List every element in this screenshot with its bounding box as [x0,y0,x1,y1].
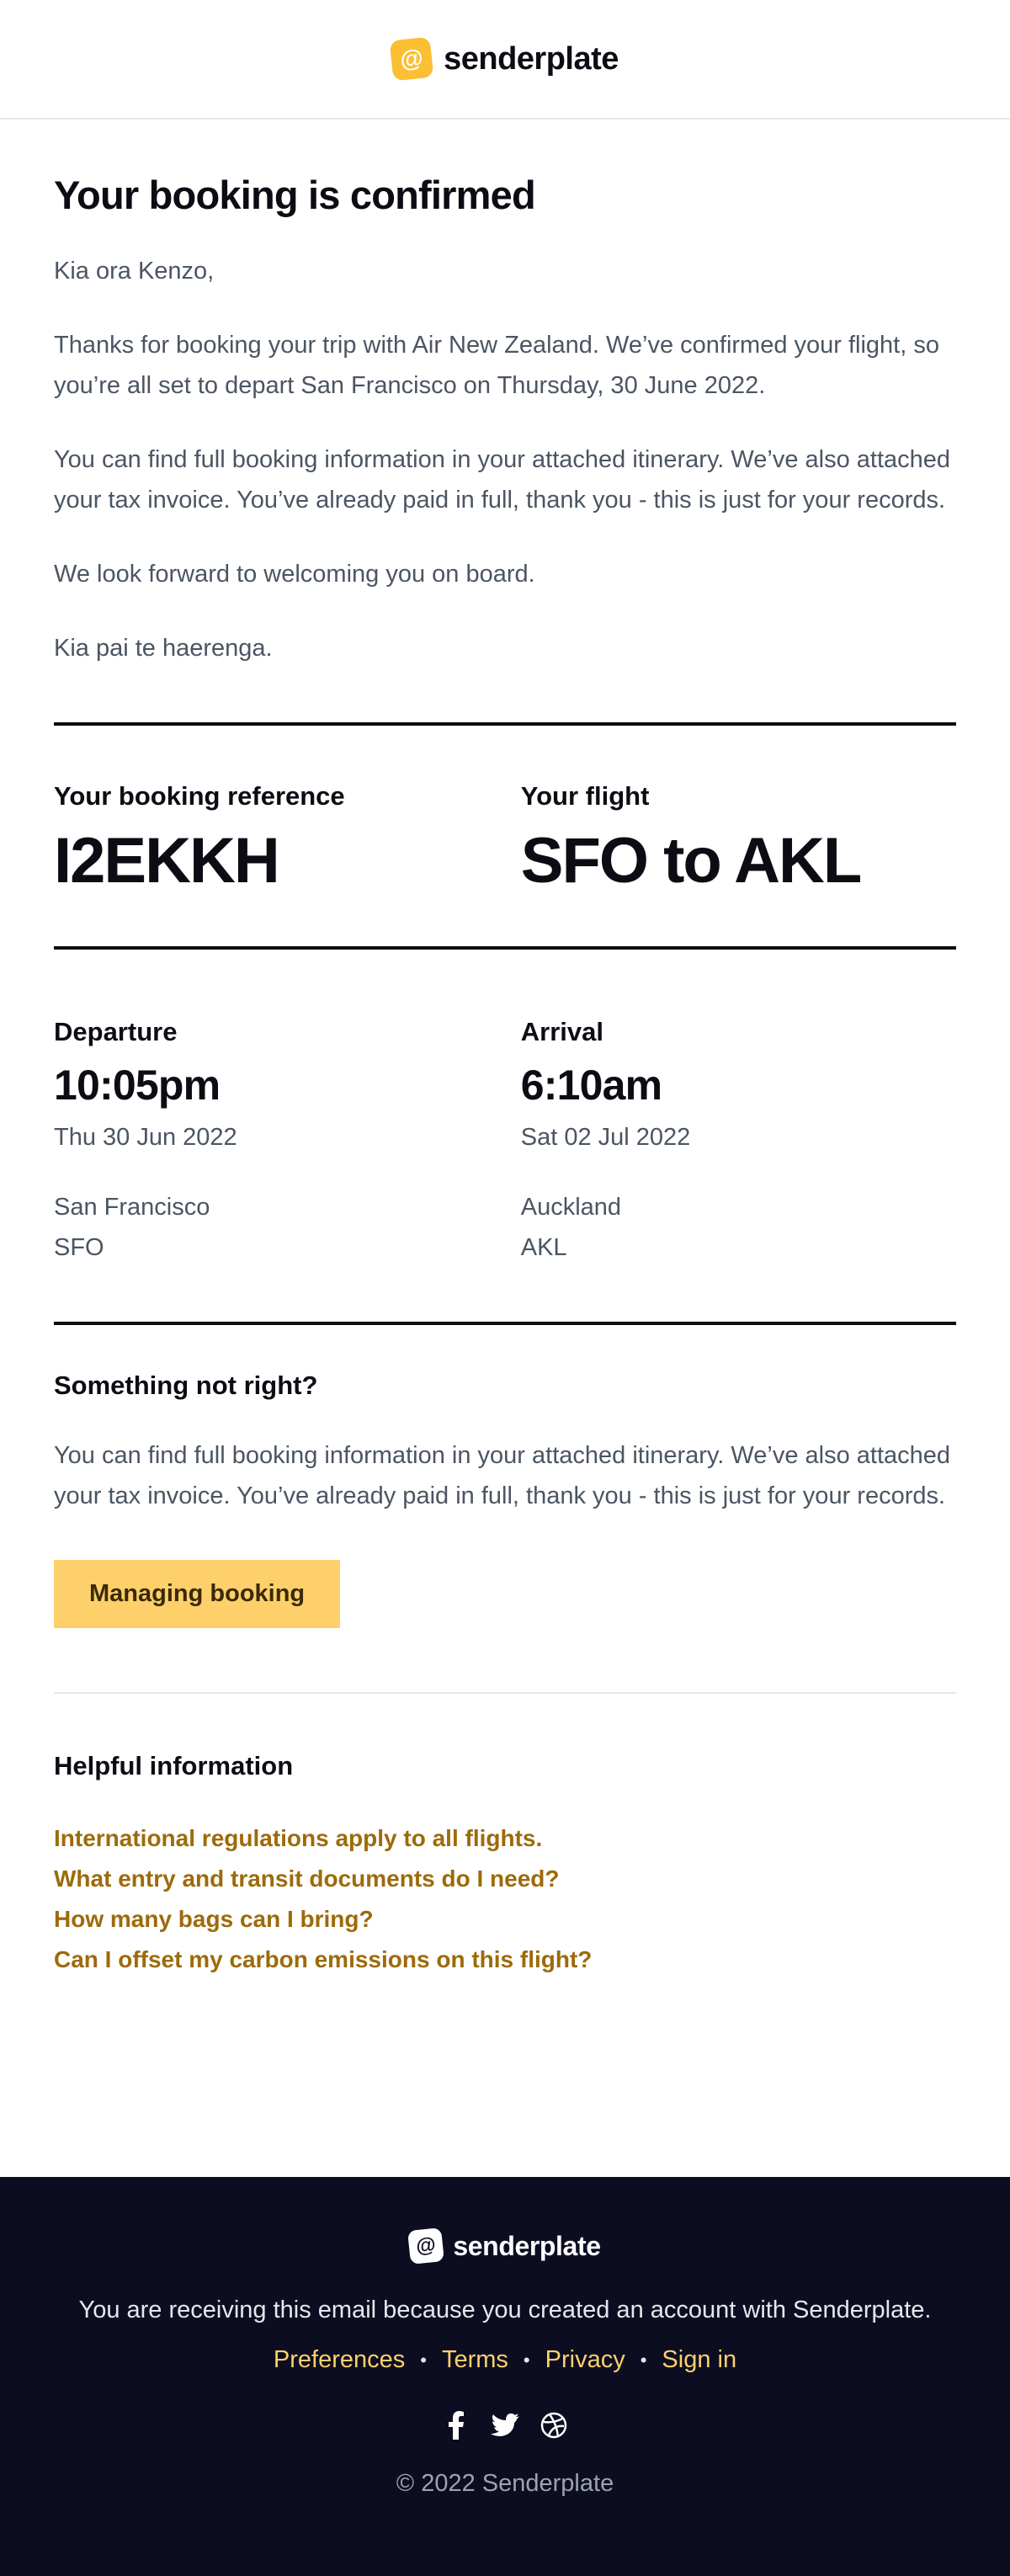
social-links [0,2411,1010,2440]
separator-dot: • [420,2349,427,2371]
departure-label: Departure [54,1017,178,1047]
email-header: @ senderplate [0,0,1010,120]
booking-reference-block: Your booking reference I2EKKH [54,780,521,896]
arrival-block: Arrival 6:10am Sat 02 Jul 2022 Auckland … [521,1015,956,1268]
dribbble-icon[interactable] [540,2411,568,2440]
email-body: Your booking is confirmed Kia ora Kenzo,… [0,172,1010,1980]
at-sign-icon: @ [407,2227,445,2265]
arrival-place: Auckland AKL [521,1187,956,1268]
flight-times: Departure 10:05pm Thu 30 Jun 2022 San Fr… [54,1015,956,1268]
footer-links: Preferences • Terms • Privacy • Sign in [0,2346,1010,2374]
arrival-date: Sat 02 Jul 2022 [520,1123,691,1151]
departure-code: SFO [54,1234,104,1262]
separator-dot: • [523,2349,530,2371]
sign-in-link[interactable]: Sign in [662,2346,736,2374]
page-title: Your booking is confirmed [54,173,536,217]
link-regulations[interactable]: International regulations apply to all f… [54,1818,956,1859]
helpful-links: International regulations apply to all f… [54,1818,956,1980]
helpful-heading: Helpful information [54,1750,294,1780]
divider [54,1322,956,1326]
welcome-paragraph: We look forward to welcoming you on boar… [54,561,535,588]
divider [54,946,956,950]
brand-name: senderplate [444,40,619,77]
preferences-link[interactable]: Preferences [274,2346,405,2374]
booking-reference-label: Your booking reference [54,781,345,812]
arrival-time: 6:10am [520,1061,662,1109]
departure-city: San Francisco [54,1194,210,1221]
arrival-city: Auckland [520,1194,622,1221]
issue-text: You can find full booking information in… [54,1441,951,1509]
footer-notice: You are receiving this email because you… [78,2297,932,2323]
at-sign-icon: @ [389,36,434,82]
signoff: Kia pai te haerenga. [54,635,273,663]
booking-summary: Your booking reference I2EKKH Your fligh… [54,780,956,896]
greeting: Kia ora Kenzo, [54,258,215,285]
link-carbon-offset[interactable]: Can I offset my carbon emissions on this… [54,1940,956,1980]
flight-label: Your flight [520,781,650,812]
privacy-link[interactable]: Privacy [545,2346,625,2374]
itinerary-paragraph: You can find full booking information in… [54,446,951,514]
terms-link[interactable]: Terms [442,2346,508,2374]
managing-booking-button[interactable]: Managing booking [54,1559,341,1628]
arrival-label: Arrival [520,1017,603,1047]
arrival-code: AKL [520,1234,567,1262]
link-bags[interactable]: How many bags can I bring? [54,1899,956,1940]
divider [54,722,956,726]
email-footer: @ senderplate You are receiving this ema… [0,2177,1010,2576]
separator-dot: • [640,2349,647,2371]
footer-logo: @ senderplate [0,2227,1010,2265]
departure-block: Departure 10:05pm Thu 30 Jun 2022 San Fr… [54,1015,521,1268]
intro-paragraph: Thanks for booking your trip with Air Ne… [54,332,939,400]
divider [54,1691,956,1694]
copyright: © 2022 Senderplate [396,2470,614,2497]
booking-reference: I2EKKH [54,824,280,897]
departure-place: San Francisco SFO [54,1187,521,1268]
departure-time: 10:05pm [54,1061,221,1109]
flight-route: SFO to AKL [520,824,863,897]
issue-heading: Something not right? [54,1370,318,1401]
departure-date: Thu 30 Jun 2022 [54,1123,237,1151]
twitter-icon[interactable] [491,2411,519,2440]
facebook-icon[interactable] [442,2411,470,2440]
link-documents[interactable]: What entry and transit documents do I ne… [54,1859,956,1899]
flight-block: Your flight SFO to AKL [521,780,956,896]
footer-brand-name: senderplate [453,2230,601,2261]
